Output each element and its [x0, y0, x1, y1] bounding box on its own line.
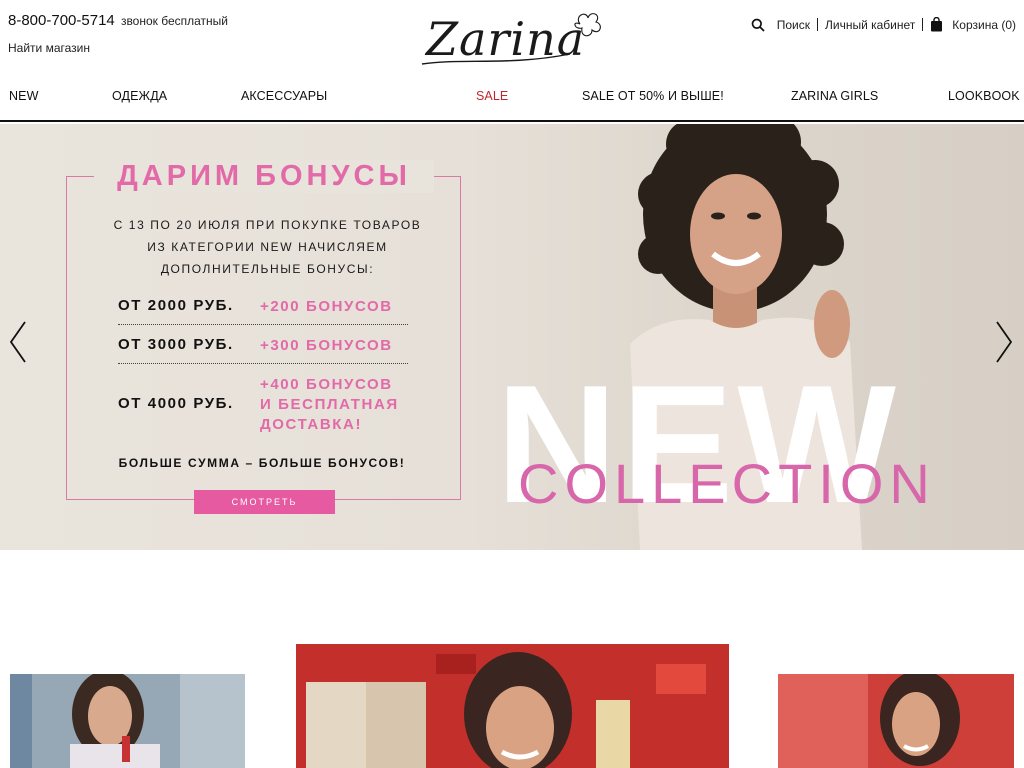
header-utilities: Поиск Личный кабинет Корзина (0) [751, 17, 1016, 32]
tier-bonus: +300 БОНУСОВ [260, 337, 393, 354]
logo-flourish-icon [421, 13, 601, 65]
product-image [10, 674, 245, 768]
tier-bonus: +400 БОНУСОВ [260, 376, 393, 393]
nav-item-zarina-girls[interactable]: ZARINA GIRLS [791, 89, 878, 103]
tier-amount: ОТ 4000 РУБ. [118, 395, 234, 412]
nav-item-lookbook[interactable]: LOOKBOOK [948, 89, 1020, 103]
tier-bonus: И БЕСПЛАТНАЯ [260, 396, 399, 413]
promo-description-line: С 13 ПО 20 ИЮЛЯ ПРИ ПОКУПКЕ ТОВАРОВ [113, 218, 422, 232]
tier-bonus: +200 БОНУСОВ [260, 298, 393, 315]
phone-note: звонок бесплатный [120, 14, 229, 28]
nav-item-clothing[interactable]: ОДЕЖДА [112, 89, 167, 103]
search-icon [751, 18, 765, 32]
promo-description-line: ДОПОЛНИТЕЛЬНЫЕ БОНУСЫ: [160, 262, 375, 276]
chevron-left-icon[interactable] [8, 320, 28, 364]
cart-button[interactable]: Корзина (0) [930, 17, 1016, 32]
nav-item-accessories[interactable]: АКСЕССУАРЫ [241, 89, 327, 103]
cart-label: Корзина (0) [952, 17, 1016, 32]
product-card[interactable] [778, 674, 1014, 768]
tier-amount: ОТ 2000 РУБ. [118, 297, 234, 314]
find-store-link[interactable]: Найти магазин [8, 41, 90, 55]
nav-item-sale-50[interactable]: SALE ОТ 50% И ВЫШЕ! [582, 89, 724, 103]
search-label: Поиск [776, 17, 810, 32]
divider [922, 18, 924, 31]
promo-title-wrap: ДАРИМ БОНУСЫ [94, 160, 434, 193]
tier-amount: ОТ 3000 РУБ. [118, 336, 234, 353]
collection-subheadline: COLLECTION [518, 452, 936, 515]
cart-icon [931, 17, 943, 32]
product-card[interactable] [296, 644, 729, 768]
product-image [778, 674, 1014, 768]
hero-banner[interactable]: ДАРИМ БОНУСЫ С 13 ПО 20 ИЮЛЯ ПРИ ПОКУПКЕ… [0, 124, 1024, 550]
header: 8-800-700-5714 звонок бесплатный Найти м… [0, 0, 1024, 76]
tier-divider [118, 324, 408, 325]
account-link[interactable]: Личный кабинет [825, 18, 915, 32]
nav-item-sale[interactable]: SALE [476, 89, 508, 103]
phone-block: 8-800-700-5714 звонок бесплатный [8, 12, 228, 29]
promo-description-line: ИЗ КАТЕГОРИИ NEW НАЧИСЛЯЕМ [147, 240, 388, 254]
search-button[interactable]: Поиск [751, 18, 810, 32]
chevron-right-icon[interactable] [994, 320, 1014, 364]
phone-number[interactable]: 8-800-700-5714 [8, 12, 115, 29]
promo-title: ДАРИМ БОНУСЫ [117, 160, 411, 192]
divider [817, 18, 818, 31]
view-button[interactable]: СМОТРЕТЬ [194, 490, 335, 514]
tier-divider [118, 363, 408, 364]
logo[interactable]: Zarina [420, 6, 610, 72]
product-card[interactable] [10, 674, 245, 768]
nav-item-new[interactable]: NEW [9, 89, 38, 103]
main-navigation: NEW ОДЕЖДА АКСЕССУАРЫ SALE SALE ОТ 50% И… [0, 76, 1024, 122]
promo-footer: БОЛЬШЕ СУММА – БОЛЬШЕ БОНУСОВ! [118, 456, 406, 470]
promo-description: С 13 ПО 20 ИЮЛЯ ПРИ ПОКУПКЕ ТОВАРОВ ИЗ К… [90, 214, 445, 280]
tier-bonus: ДОСТАВКА! [260, 416, 363, 433]
product-image [296, 644, 729, 768]
